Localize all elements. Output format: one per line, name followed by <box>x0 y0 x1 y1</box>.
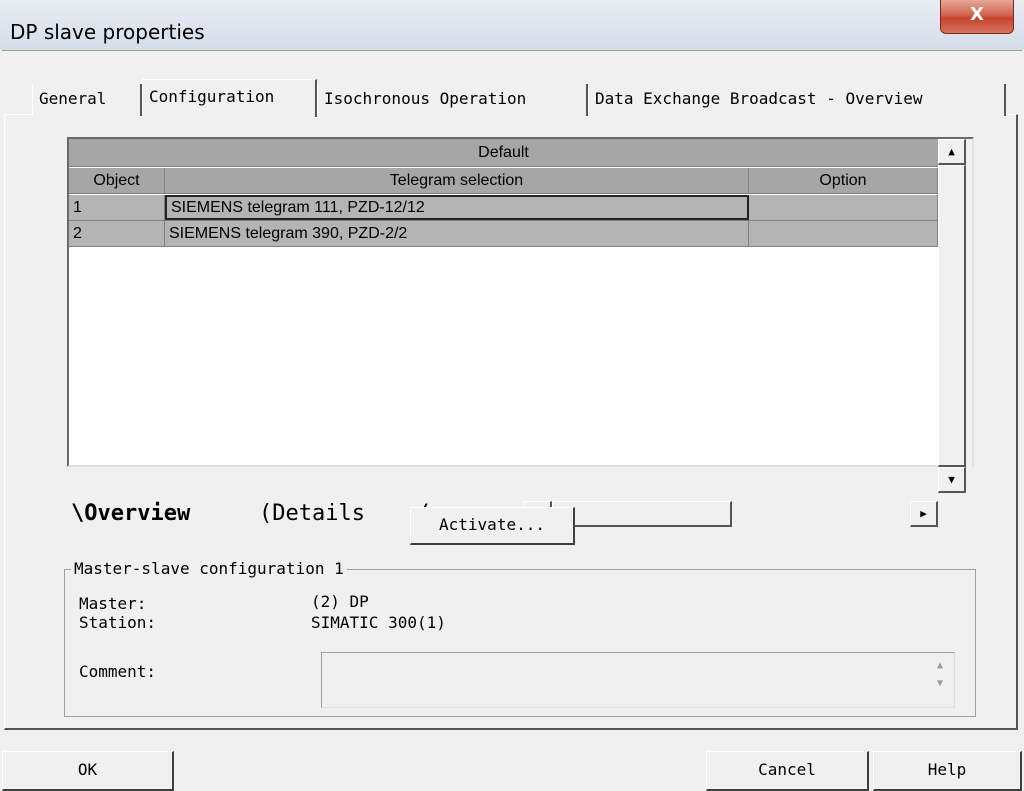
comment-scroll-arrows-icon[interactable]: ▲ ▼ <box>930 657 950 703</box>
activate-button[interactable]: Activate... <box>410 507 575 545</box>
ok-button[interactable]: OK <box>2 751 174 791</box>
cell-object: 2 <box>69 221 165 246</box>
scroll-right-arrow-icon[interactable]: ▶ <box>910 501 938 527</box>
tab-configuration[interactable]: Configuration <box>142 79 317 117</box>
column-header-object[interactable]: Object <box>69 168 165 194</box>
cancel-button[interactable]: Cancel <box>706 751 869 791</box>
sheet-tab-details-label: Details <box>272 501 365 526</box>
cell-option[interactable] <box>749 221 938 246</box>
cell-telegram[interactable]: SIEMENS telegram 390, PZD-2/2 <box>165 221 749 246</box>
window-title: DP slave properties <box>10 20 205 44</box>
group-title: Master-slave configuration 1 <box>71 559 347 579</box>
vertical-scroll-thumb[interactable] <box>938 165 966 467</box>
telegram-grid: Default Object Telegram selection Option… <box>67 137 974 533</box>
horizontal-scrollbar[interactable]: ◀ ▶ <box>524 499 938 529</box>
dp-slave-properties-window: DP slave properties X General Configurat… <box>0 0 1024 791</box>
station-value: SIMATIC 300(1) <box>311 613 446 632</box>
grid-group-header: Default <box>69 139 938 167</box>
table-row[interactable]: 1 SIEMENS telegram 111, PZD-12/12 <box>69 195 938 221</box>
cell-telegram-selected[interactable]: SIEMENS telegram 111, PZD-12/12 <box>165 195 749 220</box>
title-bar: DP slave properties X <box>0 0 1024 50</box>
column-header-telegram-selection[interactable]: Telegram selection <box>165 168 749 194</box>
master-value: (2) DP <box>311 592 369 611</box>
sheet-tab-details[interactable]: (Details <box>259 501 365 526</box>
tab-general[interactable]: General <box>32 84 142 116</box>
tab-isochronous-operation[interactable]: Isochronous Operation <box>317 84 588 116</box>
table-row[interactable]: 2 SIEMENS telegram 390, PZD-2/2 <box>69 221 938 247</box>
close-icon: X <box>970 4 984 25</box>
sheet-tab-overview[interactable]: \Overview <box>71 501 190 526</box>
station-label: Station: <box>79 613 157 632</box>
scroll-up-arrow-icon[interactable]: ▲ <box>938 139 966 165</box>
dialog-client-area: General Configuration Isochronous Operat… <box>2 50 1022 791</box>
close-button[interactable]: X <box>940 0 1014 34</box>
master-label: Master: <box>79 594 147 613</box>
cell-option[interactable] <box>749 195 938 220</box>
comment-field[interactable]: ▲ ▼ <box>321 652 955 708</box>
tab-data-exchange-broadcast[interactable]: Data Exchange Broadcast - Overview <box>588 84 1006 116</box>
cell-object: 1 <box>69 195 165 220</box>
scroll-down-arrow-icon[interactable]: ▼ <box>938 467 966 493</box>
column-header-option[interactable]: Option <box>749 168 938 194</box>
vertical-scrollbar[interactable]: ▲ ▼ <box>938 139 972 509</box>
master-slave-config-group: Master-slave configuration 1 Master: Sta… <box>64 559 976 717</box>
comment-label: Comment: <box>79 662 157 681</box>
help-button[interactable]: Help <box>873 751 1022 791</box>
horizontal-scroll-thumb[interactable] <box>552 501 732 527</box>
